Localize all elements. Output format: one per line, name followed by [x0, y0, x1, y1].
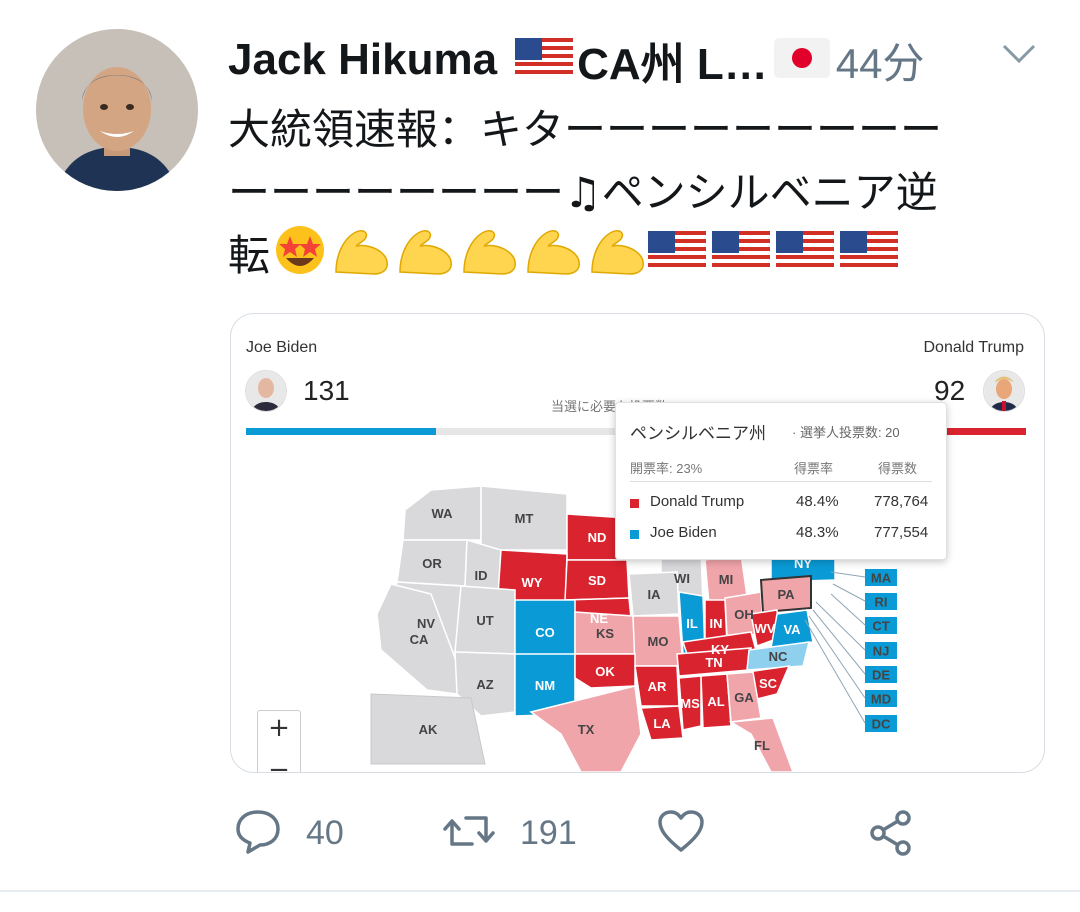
state-label-ma: MA [871, 571, 892, 586]
state-label-mt: MT [515, 511, 534, 526]
tweet-divider [0, 890, 1080, 892]
star-struck-emoji-icon [272, 224, 330, 293]
state-label-nv: NV [417, 616, 435, 631]
tooltip-state-name: ペンシルベニア州 [630, 424, 766, 443]
tweet-text: 大統領速報：キターーーーーーーーー ーーーーーーーー♫ペンシルベニア逆 転 [228, 98, 1058, 287]
state-label-sc: SC [759, 676, 778, 691]
japan-flag-icon [773, 38, 830, 82]
state-label-ri: RI [875, 595, 888, 610]
zoom-in-button[interactable]: + [258, 713, 300, 743]
tooltip-row-pct: 48.3% [796, 524, 839, 541]
state-label-az: AZ [476, 677, 493, 692]
share-icon[interactable] [866, 808, 916, 862]
tooltip-row-name: Joe Biden [650, 524, 717, 541]
state-label-sd: SD [588, 573, 606, 588]
us-flag-icon [515, 38, 574, 82]
reply-count: 40 [306, 813, 344, 852]
state-label-ut: UT [476, 613, 493, 628]
tooltip-row-votes: 777,554 [874, 524, 929, 541]
state-label-id: ID [475, 568, 488, 583]
state-label-in: IN [710, 616, 723, 631]
author-name[interactable]: Jack Hikuma [228, 35, 497, 85]
state-tooltip: ペンシルベニア州 · 選挙人投票数: 20 開票率: 23% 得票率 得票数 D… [615, 402, 947, 560]
tweet-text-line: 大統領速報：キターーーーーーーーー [228, 105, 943, 154]
state-label-la: LA [653, 716, 671, 731]
retweet-count: 191 [520, 813, 577, 852]
tweet-actions: 40 191 [0, 808, 1080, 858]
reply-icon[interactable] [234, 808, 282, 858]
state-label-tn: TN [705, 655, 722, 670]
biden-swatch [630, 530, 639, 539]
us-flags-icons [648, 227, 904, 290]
tweet-header: Jack Hikuma CA州 L… 44分 [228, 30, 924, 90]
tweet-time[interactable]: 44分 [836, 30, 925, 91]
state-label-al: AL [707, 694, 724, 709]
state-label-ca: CA [410, 632, 429, 647]
zoom-out-button[interactable]: − [258, 755, 300, 772]
tooltip-electoral-votes: · 選挙人投票数: 20 [792, 425, 900, 440]
state-label-co: CO [535, 625, 555, 640]
state-label-or: OR [422, 556, 442, 571]
state-label-ia: IA [648, 587, 662, 602]
state-label-ga: GA [734, 690, 754, 705]
state-label-nd: ND [588, 530, 607, 545]
chevron-down-icon[interactable] [1000, 40, 1038, 72]
state-label-nm: NM [535, 678, 555, 693]
tooltip-row-pct: 48.4% [796, 493, 839, 510]
state-label-mo: MO [648, 634, 669, 649]
state-label-dc: DC [872, 717, 891, 732]
tooltip-divider [630, 481, 932, 482]
state-label-nc: NC [769, 649, 788, 664]
state-label-wv: WV [755, 621, 776, 636]
state-label-de: DE [872, 668, 890, 683]
state-label-fl: FL [754, 738, 770, 753]
author-name-suffix: CA州 L… [577, 40, 768, 89]
tweet-text-line: ーーーーーーーー♫ペンシルベニア逆 [228, 168, 938, 217]
state-label-wi: WI [674, 571, 690, 586]
tweet-text-line: 転 [228, 224, 1058, 287]
election-map-card[interactable]: Joe Biden Donald Trump 131 92 当選に必要な投票数:… [230, 313, 1045, 773]
state-label-ok: OK [595, 664, 615, 679]
state-label-ct: CT [872, 619, 889, 634]
flexed-biceps-icons [330, 224, 648, 293]
state-label-ms: MS [680, 696, 700, 711]
trump-swatch [630, 499, 639, 508]
tooltip-reporting: 開票率: 23% [630, 461, 703, 476]
like-heart-icon[interactable] [656, 808, 706, 858]
tooltip-col-votes: 得票数 [878, 461, 918, 476]
state-label-nj: NJ [873, 644, 890, 659]
state-label-ar: AR [648, 679, 667, 694]
state-label-pa: PA [777, 587, 795, 602]
state-label-ak: AK [419, 722, 438, 737]
tooltip-col-pct: 得票率 [794, 461, 834, 476]
state-label-mi: MI [719, 572, 733, 587]
tooltip-row-votes: 778,764 [874, 493, 929, 510]
state-label-wy: WY [522, 575, 543, 590]
state-label-oh: OH [734, 607, 754, 622]
map-zoom-control: + − [257, 710, 301, 772]
author-avatar[interactable] [36, 29, 198, 191]
tooltip-row-name: Donald Trump [650, 493, 745, 510]
state-label-md: MD [871, 692, 891, 707]
state-label-il: IL [686, 616, 698, 631]
tweet-text-end: 転 [228, 231, 271, 280]
state-label-tx: TX [578, 722, 595, 737]
state-label-va: VA [783, 622, 801, 637]
state-label-ks: KS [596, 626, 614, 641]
state-label-wa: WA [432, 506, 454, 521]
retweet-icon[interactable] [442, 808, 496, 858]
state-label-ne: NE [590, 611, 608, 626]
